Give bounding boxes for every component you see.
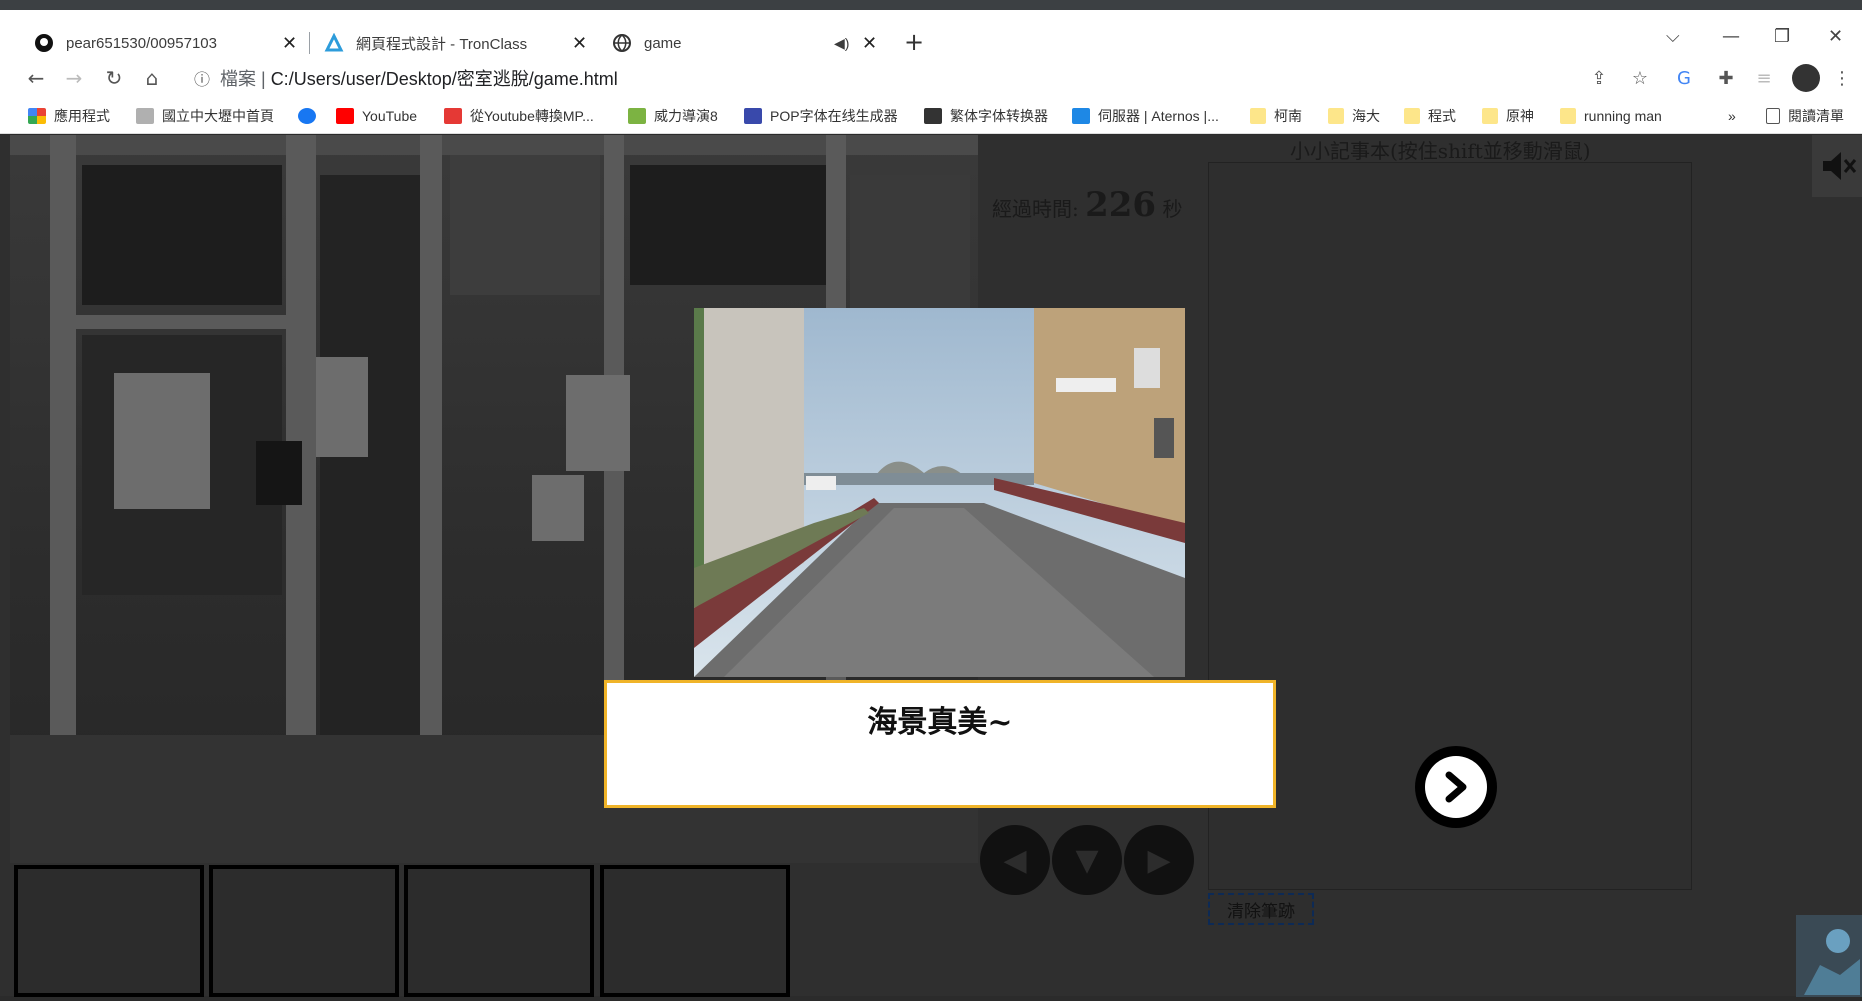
star-icon[interactable]: ☆ bbox=[1628, 66, 1652, 90]
home-icon[interactable]: ⌂ bbox=[138, 64, 166, 92]
bookmarks-bar: 應用程式 國立中大壢中首頁 YouTube 從Youtube轉換MP... 威力… bbox=[0, 98, 1862, 134]
pop-font-icon bbox=[744, 108, 762, 124]
elapsed-time: 經過時間: 226 秒 bbox=[992, 185, 1183, 225]
notice-paper[interactable] bbox=[114, 373, 210, 509]
forward-icon[interactable]: → bbox=[60, 64, 88, 92]
url-prefix: 檔案 bbox=[220, 69, 256, 89]
tab-separator bbox=[309, 32, 310, 54]
dialog-box: 海景真美~ bbox=[604, 680, 1276, 808]
minimize-icon[interactable]: — bbox=[1722, 26, 1740, 47]
arrow-left-button[interactable]: ◀ bbox=[980, 825, 1050, 895]
tab-search-icon[interactable]: ⌵ bbox=[1666, 26, 1680, 47]
share-icon[interactable]: ⇪ bbox=[1587, 66, 1611, 90]
speaker-icon[interactable]: ◀) bbox=[834, 35, 849, 52]
youtube-icon bbox=[336, 108, 354, 124]
window-top-edge bbox=[0, 0, 1862, 10]
bookmark-youtube[interactable]: YouTube bbox=[336, 106, 417, 126]
bookmark-pop-font[interactable]: POP字体在线生成器 bbox=[744, 106, 898, 126]
bookmark-aternos[interactable]: 伺服器 | Aternos |... bbox=[1072, 106, 1219, 126]
close-icon[interactable]: ✕ bbox=[862, 33, 877, 54]
folder-icon bbox=[1328, 108, 1344, 124]
bookmark-folder-genshin[interactable]: 原神 bbox=[1482, 106, 1534, 126]
seaside-road-photo bbox=[694, 308, 1185, 677]
dialog-text: 海景真美~ bbox=[867, 705, 1013, 740]
avatar[interactable] bbox=[1792, 64, 1820, 92]
media-icon[interactable]: ≡ bbox=[1752, 66, 1776, 90]
direction-controls: ◀ ▼ ▶ bbox=[980, 825, 1196, 897]
bookmark-folder-running-man[interactable]: running man bbox=[1560, 106, 1662, 126]
apps-grid-icon bbox=[28, 108, 46, 124]
bookmark-apps[interactable]: 應用程式 bbox=[28, 106, 110, 126]
new-tab-button[interactable]: + bbox=[904, 28, 924, 56]
inventory-slot[interactable] bbox=[600, 865, 790, 997]
arrow-down-button[interactable]: ▼ bbox=[1052, 825, 1122, 895]
aternos-icon bbox=[1072, 108, 1090, 124]
font-converter-icon bbox=[924, 108, 942, 124]
menu-icon[interactable]: ⋮ bbox=[1830, 66, 1854, 90]
inventory-slot[interactable] bbox=[14, 865, 204, 997]
bookmarks-overflow-button[interactable]: » bbox=[1728, 106, 1736, 126]
window-close-icon[interactable]: ✕ bbox=[1828, 26, 1843, 47]
folder-icon bbox=[1404, 108, 1420, 124]
info-icon[interactable]: ⓘ bbox=[188, 64, 216, 92]
tronclass-icon bbox=[324, 33, 344, 53]
notepad-title: 小小記事本(按住shift並移動滑鼠) bbox=[1290, 139, 1591, 163]
url-field[interactable]: 檔案 | C:/Users/user/Desktop/密室逃脫/game.htm… bbox=[220, 65, 618, 91]
bookmark-facebook[interactable] bbox=[298, 106, 324, 126]
bookmark-folder-conan[interactable]: 柯南 bbox=[1250, 106, 1302, 126]
inventory-slot[interactable] bbox=[404, 865, 594, 997]
github-icon bbox=[34, 33, 54, 53]
close-icon[interactable]: ✕ bbox=[282, 33, 297, 54]
translate-icon[interactable]: G bbox=[1672, 66, 1696, 90]
powerdirector-icon bbox=[628, 108, 646, 124]
next-button[interactable] bbox=[1415, 746, 1497, 828]
bookmark-folder-code[interactable]: 程式 bbox=[1404, 106, 1456, 126]
bookmark-mp3[interactable]: 從Youtube轉換MP... bbox=[444, 106, 594, 126]
bookmark-school[interactable]: 國立中大壢中首頁 bbox=[136, 106, 274, 126]
reading-list-button[interactable]: 閱讀清單 bbox=[1766, 106, 1844, 126]
mute-icon[interactable] bbox=[1812, 135, 1862, 197]
card-reader[interactable] bbox=[256, 441, 302, 505]
bookmark-powerdirector[interactable]: 威力導演8 bbox=[628, 106, 718, 126]
back-icon[interactable]: ← bbox=[22, 64, 50, 92]
address-bar: ← → ↻ ⌂ ⓘ 檔案 | C:/Users/user/Desktop/密室逃… bbox=[0, 56, 1862, 102]
tab-label: 網頁程式設計 - TronClass bbox=[356, 35, 528, 53]
tab-label: pear651530/00957103 bbox=[66, 34, 217, 52]
reload-icon[interactable]: ↻ bbox=[100, 64, 128, 92]
map-icon[interactable] bbox=[1796, 915, 1862, 997]
facebook-icon bbox=[298, 108, 316, 124]
elapsed-seconds: 226 bbox=[1085, 185, 1157, 225]
bookmark-font-converter[interactable]: 繁体字体转换器 bbox=[924, 106, 1048, 126]
bookmark-folder-ntou[interactable]: 海大 bbox=[1328, 106, 1380, 126]
scene-photo bbox=[694, 308, 1185, 677]
folder-icon bbox=[1482, 108, 1498, 124]
clear-strokes-button[interactable]: 清除筆跡 bbox=[1208, 893, 1314, 925]
folder-icon bbox=[1560, 108, 1576, 124]
globe-icon bbox=[612, 33, 632, 53]
url-text: C:/Users/user/Desktop/密室逃脫/game.html bbox=[270, 69, 618, 89]
extensions-icon[interactable]: ✚ bbox=[1714, 66, 1738, 90]
tab-label: game bbox=[644, 34, 682, 52]
download-icon bbox=[444, 108, 462, 124]
arrow-right-button[interactable]: ▶ bbox=[1124, 825, 1194, 895]
restore-icon[interactable]: ❐ bbox=[1774, 26, 1790, 47]
school-icon bbox=[136, 108, 154, 124]
chevron-right-icon bbox=[1425, 756, 1487, 818]
reading-list-icon bbox=[1766, 108, 1780, 124]
folder-icon bbox=[1250, 108, 1266, 124]
close-icon[interactable]: ✕ bbox=[572, 33, 587, 54]
inventory-slot[interactable] bbox=[209, 865, 399, 997]
